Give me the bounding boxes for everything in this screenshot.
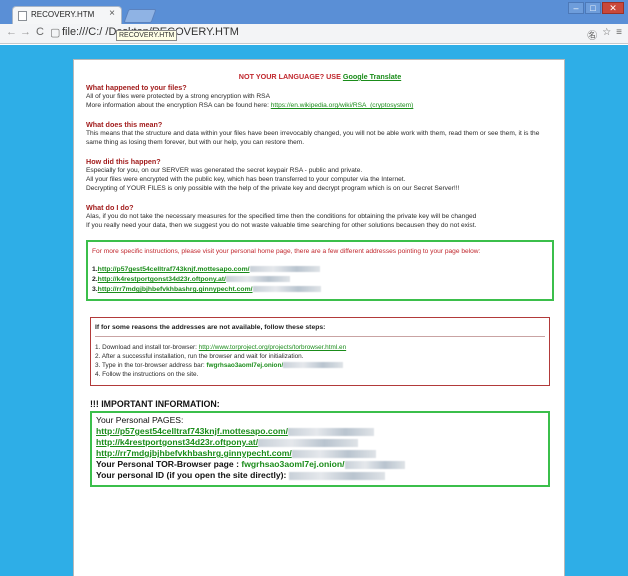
address-link-1[interactable]: http://p57gest54celltraf743knjf.mottesap… (98, 266, 250, 273)
step-1: 1. Download and install tor-browser: htt… (95, 344, 347, 351)
window-controls: ‒ □ ✕ (568, 2, 624, 14)
big-link-1[interactable]: http://p57gest54celltraf743knjf.mottesap… (96, 426, 288, 436)
big-link-2[interactable]: http://k4restportgonst34d23r.oftpony.at/ (96, 437, 258, 447)
menu-icon[interactable]: ≡ (616, 27, 622, 42)
page-icon (18, 11, 27, 21)
address-line: 1.http://p57gest54celltraf743knjf.mottes… (92, 265, 548, 275)
instructions-intro: For more specific instructions, please v… (92, 248, 481, 255)
minimize-button[interactable]: ‒ (568, 2, 584, 14)
redacted-block (225, 276, 290, 283)
redacted-block (258, 438, 359, 447)
language-notice: NOT YOUR LANGUAGE? USE Google Translate (238, 72, 402, 81)
torproject-link[interactable]: http://www.torproject.org/projects/torbr… (199, 344, 346, 351)
personal-pages-label: Your Personal PAGES: (96, 415, 184, 425)
personal-pages-box: For more specific instructions, please v… (86, 240, 554, 301)
bookmark-star-icon[interactable]: ☆ (602, 27, 611, 42)
redacted-block (249, 266, 320, 273)
google-translate-link[interactable]: Google Translate (343, 72, 401, 81)
tab-title: RECOVERY.HTM (31, 10, 95, 19)
important-info-box: Your Personal PAGES: http://p57gest54cel… (90, 411, 550, 487)
section-what-do: What do I do? Alas, if you do not take t… (86, 203, 554, 230)
translate-icon[interactable]: ㊔ (587, 27, 597, 42)
step-3: 3. Type in the tor-browser address bar: … (95, 361, 545, 370)
redacted-block (287, 427, 374, 436)
reload-icon[interactable]: C (36, 26, 44, 38)
page-info-icon[interactable]: ▢ (50, 26, 60, 39)
section-heading: How did this happen? (86, 157, 161, 166)
redacted-block (283, 362, 344, 369)
page-viewport: NOT YOUR LANGUAGE? USE Google Translate … (0, 45, 628, 576)
tor-page-onion: fwgrhsao3aoml7ej.onion/ (241, 459, 345, 469)
section-how-happened: How did this happen? Especially for you,… (86, 157, 554, 193)
section-what-happened: What happened to your files? All of your… (86, 83, 554, 110)
onion-address: fwgrhsao3aoml7ej.onion/ (206, 362, 284, 369)
maximize-button[interactable]: □ (585, 2, 601, 14)
personal-id-label: Your personal ID (if you open the site d… (96, 470, 289, 480)
step-4: 4. Follow the instructions on the site. (95, 371, 199, 378)
redacted-block (344, 460, 405, 469)
tor-page-label: Your Personal TOR-Browser page : (96, 459, 242, 469)
section-heading: What does this mean? (86, 120, 163, 129)
section-heading: What happened to your files? (86, 83, 187, 92)
tor-steps-box: If for some reasons the addresses are no… (90, 317, 550, 386)
important-title: !!! IMPORTANT INFORMATION: (90, 399, 220, 409)
close-window-button[interactable]: ✕ (602, 2, 624, 14)
address-link-3[interactable]: http://rr7mdgjbjhbefvkhbashrg.ginnypecht… (98, 286, 253, 293)
step-2: 2. After a successful installation, run … (95, 353, 304, 360)
browser-toolbar: ← → C ▢ file:///C:/ /Desktop/RECOVERY.HT… (0, 24, 628, 44)
section-what-means: What does this mean? This means that the… (86, 120, 554, 147)
forward-icon[interactable]: → (20, 26, 31, 38)
tab-recovery[interactable]: RECOVERY.HTM × (12, 6, 122, 24)
redacted-block (252, 286, 321, 293)
big-link-3[interactable]: http://rr7mdgjbjhbefvkhbashrg.ginnypecht… (96, 448, 292, 458)
address-line: 3.http://rr7mdgjbjhbefvkhbashrg.ginnypec… (92, 285, 548, 295)
redacted-id (288, 471, 385, 480)
wikipedia-rsa-link[interactable]: https://en.wikipedia.org/wiki/RSA_(crypt… (271, 102, 414, 109)
back-icon[interactable]: ← (6, 26, 17, 38)
tab-tooltip: RECOVERY.HTM (116, 30, 178, 41)
ransom-note: NOT YOUR LANGUAGE? USE Google Translate … (73, 59, 565, 576)
address-link-2[interactable]: http://k4restportgonst34d23r.oftpony.at/ (98, 276, 226, 283)
tab-close-icon[interactable]: × (109, 8, 115, 19)
address-line: 2.http://k4restportgonst34d23r.oftpony.a… (92, 275, 548, 285)
toolbar-actions: ㊔ ☆ ≡ (587, 27, 622, 42)
section-heading: What do I do? (86, 203, 134, 212)
new-tab-button[interactable] (123, 9, 157, 23)
tor-steps-header: If for some reasons the addresses are no… (95, 323, 545, 337)
redacted-block (291, 449, 376, 458)
